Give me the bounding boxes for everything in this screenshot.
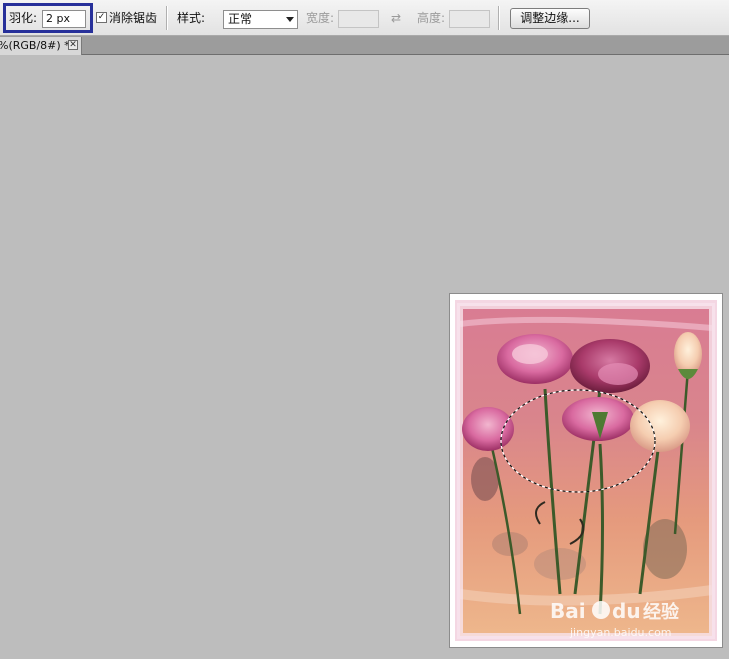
style-label: 样式: <box>177 11 206 25</box>
width-field <box>338 10 379 28</box>
document-canvas[interactable]: Bai du 经验 jingyan.baidu.com <box>450 294 722 647</box>
document-tab[interactable]: %(RGB/8#) * ✕ <box>0 37 82 55</box>
feather-label: 羽化: <box>9 11 38 25</box>
watermark-cn: 经验 <box>643 601 680 623</box>
separator <box>498 6 500 30</box>
paw-icon <box>592 601 610 619</box>
watermark-url: jingyan.baidu.com <box>569 626 672 639</box>
document-tab-strip: %(RGB/8#) * ✕ <box>0 36 729 55</box>
anti-alias-label: 消除锯齿 <box>109 11 158 25</box>
swap-icon: ⇄ <box>391 11 402 25</box>
anti-alias-checkbox[interactable]: ✓ <box>96 12 107 23</box>
refine-edge-button[interactable]: 调整边缘... <box>510 8 590 29</box>
watermark-brand: Bai <box>550 599 586 623</box>
style-select-value: 正常 <box>228 12 253 26</box>
close-icon[interactable]: ✕ <box>68 40 78 50</box>
style-select[interactable]: 正常 <box>223 10 298 29</box>
workspace[interactable]: Bai du 经验 jingyan.baidu.com <box>0 55 729 659</box>
options-bar: 羽化: 2 px ✓ 消除锯齿 样式: 正常 宽度: ⇄ 高度: 调整边缘... <box>0 0 729 36</box>
separator <box>166 6 168 30</box>
document-tab-title: %(RGB/8#) * <box>0 39 70 52</box>
watermark-brand-2: du <box>612 599 641 623</box>
photoshop-window: 羽化: 2 px ✓ 消除锯齿 样式: 正常 宽度: ⇄ 高度: 调整边缘...… <box>0 0 729 659</box>
chevron-down-icon <box>286 17 294 22</box>
height-field <box>449 10 490 28</box>
width-label: 宽度: <box>306 11 335 25</box>
height-label: 高度: <box>417 11 446 25</box>
feather-input[interactable]: 2 px <box>42 10 86 28</box>
artwork-image: Bai du 经验 jingyan.baidu.com <box>450 294 722 647</box>
